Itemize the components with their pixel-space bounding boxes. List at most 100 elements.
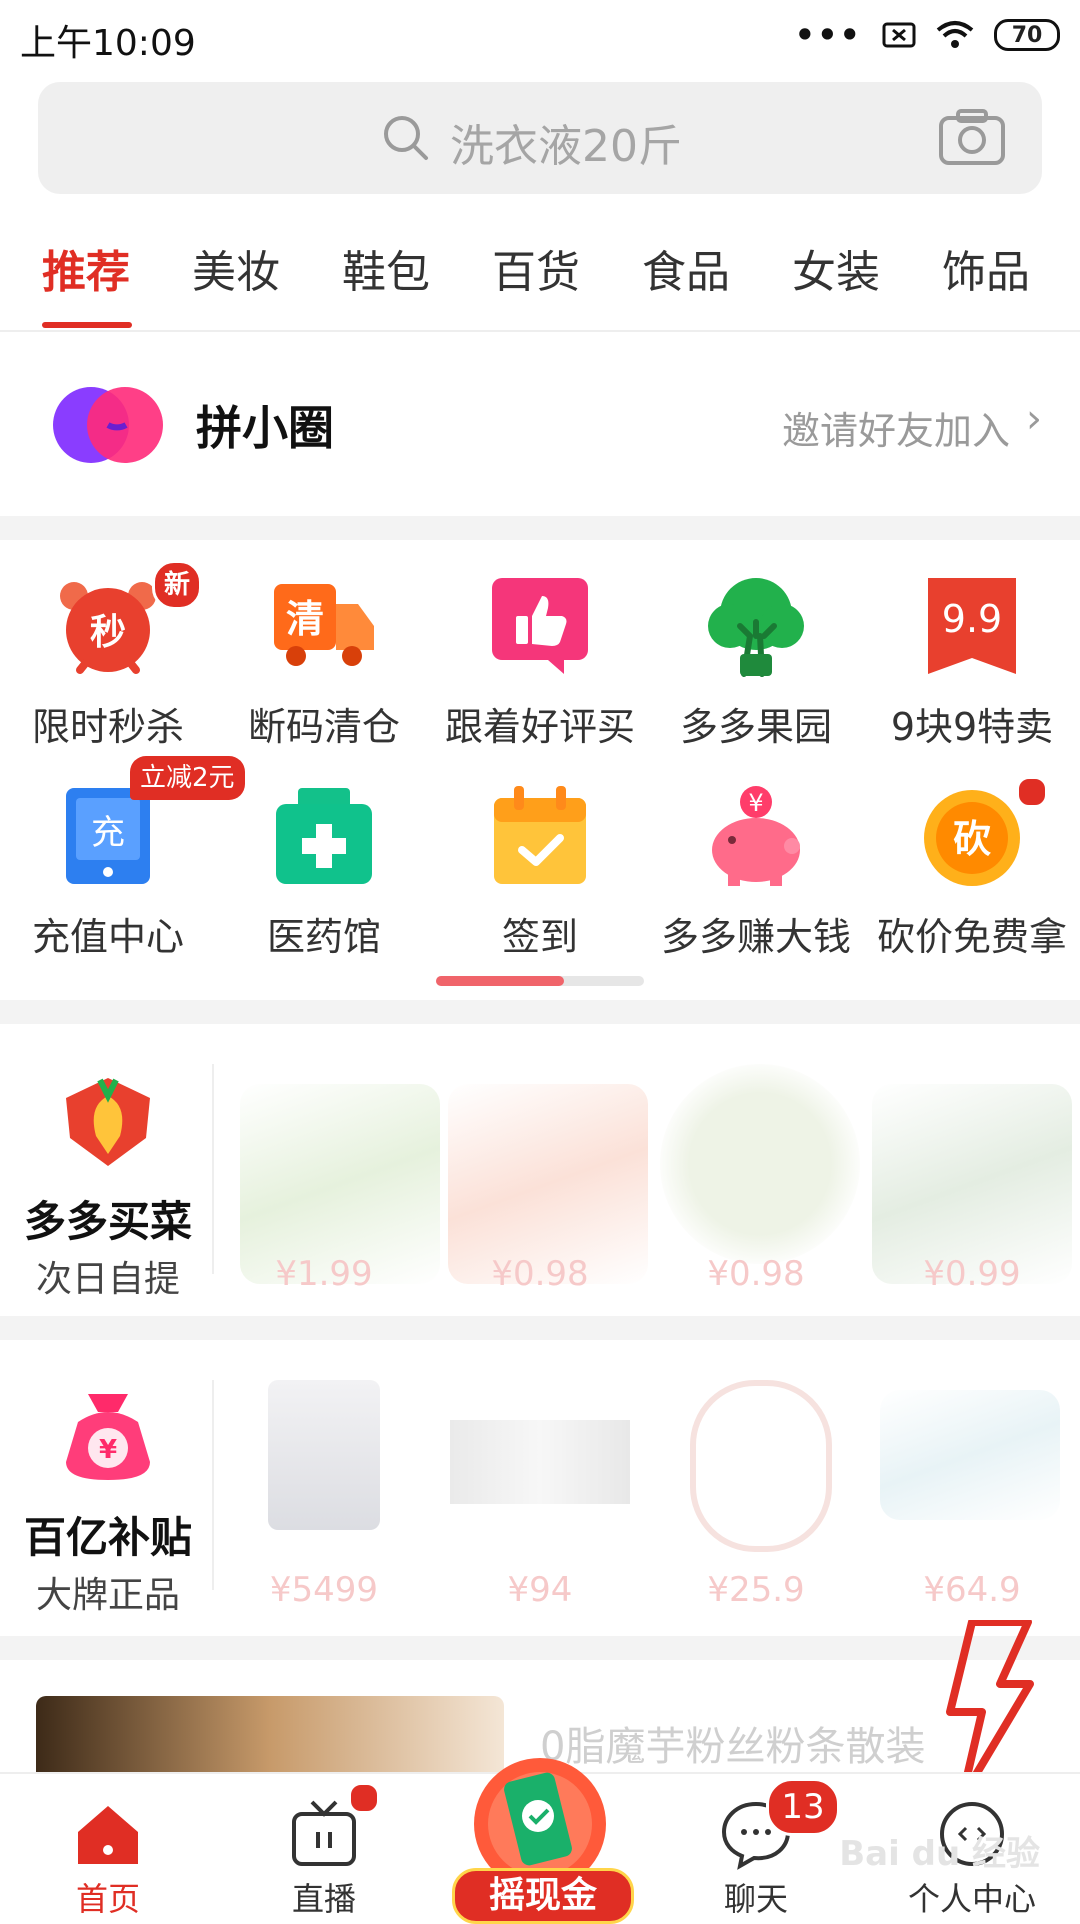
product-price: ¥25.9 — [707, 1570, 805, 1610]
nav-label: 直播 — [291, 1880, 356, 1918]
grid-item-earn-money[interactable]: ¥ 多多赚大钱 — [648, 784, 864, 984]
grid-label: 多多果园 — [679, 705, 832, 749]
bargain-coin-icon: 砍 — [924, 790, 1020, 886]
nav-shake-cash[interactable]: 摇现金 — [452, 1742, 634, 1924]
subsidy-section[interactable]: ¥ 百亿补贴 大牌正品 ¥5499 ¥94 ¥25.9 ¥64.9 — [0, 1340, 1080, 1630]
flash-sale-glyph: 秒 — [90, 612, 126, 653]
section-divider — [212, 1064, 214, 1274]
grocery-subtitle: 次日自提 — [35, 1259, 180, 1300]
grocery-section[interactable]: 多多买菜 次日自提 ¥1.99 ¥0.98 ¥0.98 ¥0.99 — [0, 1024, 1080, 1314]
money-bag-yen-glyph: ¥ — [99, 1435, 117, 1465]
section-divider — [212, 1380, 214, 1590]
status-icons: ••• 70 — [795, 16, 1060, 54]
new-badge: 新 — [152, 560, 202, 610]
carrot-logo-icon — [66, 1078, 150, 1166]
grid-label: 签到 — [501, 915, 578, 959]
battery-indicator: 70 — [994, 19, 1060, 51]
tab-beauty[interactable]: 美妆 — [192, 236, 280, 300]
section-gap — [0, 1000, 1080, 1024]
grid-item-bargain[interactable]: 砍 砍价免费拿 — [864, 776, 1080, 984]
grid-item-pharmacy[interactable]: 医药馆 — [216, 784, 432, 984]
alarm-clock-icon: 秒 — [60, 582, 156, 674]
bargain-glyph: 砍 — [953, 817, 991, 861]
camera-icon[interactable] — [938, 108, 1006, 166]
grocery-product-image[interactable] — [660, 1064, 860, 1264]
tab-underline — [42, 322, 132, 328]
grid-item-orchard[interactable]: 多多果园 — [648, 574, 864, 774]
home-icon — [78, 1806, 138, 1864]
product-price: ¥0.98 — [707, 1254, 805, 1294]
sale-99-glyph: 9.9 — [942, 597, 1002, 641]
tab-household[interactable]: 百货 — [492, 236, 580, 300]
medicine-box-icon — [276, 788, 372, 884]
grid-label: 砍价免费拿 — [876, 915, 1067, 959]
chevron-right-icon: › — [1026, 396, 1042, 442]
thumbs-up-icon — [492, 578, 588, 674]
grid-label: 限时秒杀 — [31, 705, 184, 749]
invite-friends-link[interactable]: 邀请好友加入 — [782, 400, 1010, 455]
product-price: ¥0.98 — [491, 1254, 589, 1294]
subsidy-title: 百亿补贴 — [23, 1513, 192, 1562]
nav-label: 个人中心 — [907, 1880, 1036, 1918]
live-notification-dot — [348, 1782, 380, 1814]
subsidy-product-image[interactable] — [690, 1380, 832, 1552]
feed-product-image[interactable] — [36, 1696, 504, 1782]
status-time: 上午10:09 — [20, 23, 196, 64]
piggy-yen-glyph: ¥ — [748, 789, 763, 817]
product-price: ¥64.9 — [923, 1570, 1021, 1610]
nav-home[interactable]: 首页 — [0, 1774, 216, 1922]
search-bar[interactable]: 洗衣液20斤 — [38, 82, 1042, 194]
grid-label: 断码清仓 — [247, 705, 400, 749]
clearance-glyph: 清 — [286, 597, 324, 641]
grid-label: 医药馆 — [266, 915, 381, 959]
pin-circle-title: 拼小圈 — [196, 401, 334, 455]
product-price: ¥1.99 — [275, 1254, 373, 1294]
nav-live[interactable]: 直播 — [216, 1774, 432, 1922]
money-bag-icon: ¥ — [66, 1394, 150, 1480]
section-gap — [0, 1636, 1080, 1660]
sim-card-icon — [882, 22, 916, 48]
grid-item-good-reviews[interactable]: 跟着好评买 — [432, 574, 648, 774]
subsidy-product-image[interactable] — [268, 1380, 380, 1530]
grid-label: 跟着好评买 — [444, 705, 635, 749]
nav-chat[interactable]: 13 聊天 — [648, 1774, 864, 1922]
tree-icon — [708, 578, 804, 677]
chat-unread-badge: 13 — [766, 1778, 840, 1836]
recharge-glyph: 充 — [91, 813, 125, 853]
section-gap — [0, 516, 1080, 540]
tab-food[interactable]: 食品 — [642, 236, 730, 300]
tab-accessories[interactable]: 饰品 — [942, 236, 1030, 300]
subsidy-product-image[interactable] — [880, 1390, 1060, 1520]
piggy-bank-icon: ¥ — [712, 786, 800, 886]
grid-item-checkin[interactable]: 签到 — [432, 784, 648, 984]
subsidy-subtitle: 大牌正品 — [35, 1575, 180, 1616]
grid-item-9-9-sale[interactable]: 9.9 9块9特卖 — [864, 574, 1080, 774]
nav-label: 聊天 — [723, 1880, 788, 1918]
shake-cash-label: 摇现金 — [452, 1868, 634, 1924]
section-gap — [0, 1316, 1080, 1340]
tab-bags[interactable]: 鞋包 — [342, 236, 430, 300]
pin-circle-row[interactable]: 拼小圈 邀请好友加入 › — [0, 332, 1080, 516]
more-dots-icon: ••• — [794, 16, 862, 54]
tag-99-icon: 9.9 — [928, 578, 1016, 674]
nav-label: 首页 — [75, 1880, 140, 1918]
grid-item-recharge[interactable]: 充 立减2元 充值中心 — [0, 756, 245, 984]
tv-icon — [292, 1800, 356, 1866]
grid-label: 多多赚大钱 — [660, 915, 851, 959]
subsidy-product-image[interactable] — [450, 1420, 630, 1504]
product-price: ¥5499 — [269, 1570, 379, 1610]
pin-circle-logo-icon — [53, 387, 163, 463]
product-price: ¥94 — [507, 1570, 573, 1610]
grid-label: 充值中心 — [31, 915, 184, 959]
category-tabs: 推荐 美妆 鞋包 百货 食品 女装 饰品 — [0, 220, 1080, 332]
grid-item-clearance[interactable]: 清 断码清仓 — [216, 574, 432, 774]
product-price: ¥0.99 — [923, 1254, 1021, 1294]
tab-recommend[interactable]: 推荐 — [42, 236, 130, 300]
search-icon — [384, 116, 428, 160]
grid-item-flash-sale[interactable]: 秒 新 限时秒杀 — [0, 560, 216, 774]
tab-womens[interactable]: 女装 — [792, 236, 880, 300]
grocery-title: 多多买菜 — [23, 1197, 192, 1246]
wifi-icon — [936, 21, 974, 48]
grid-label: 9块9特卖 — [890, 705, 1054, 749]
calendar-check-icon — [494, 786, 586, 884]
